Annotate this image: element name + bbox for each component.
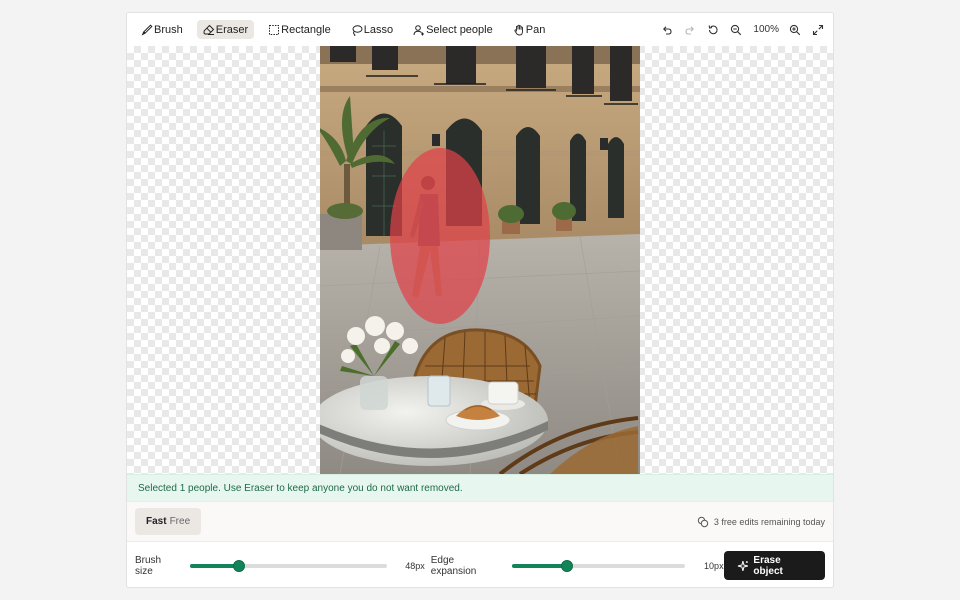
selection-mask xyxy=(390,148,490,324)
tool-lasso[interactable]: Lasso xyxy=(345,20,399,39)
redo-button[interactable] xyxy=(683,23,697,37)
tool-eraser[interactable]: Eraser xyxy=(196,20,255,39)
tool-label: Eraser xyxy=(215,23,249,36)
brush-size-slider[interactable] xyxy=(190,559,388,572)
redo-icon xyxy=(685,25,695,35)
edge-expansion-value: 10px xyxy=(704,560,724,571)
coins-icon xyxy=(697,516,709,527)
object-eraser-app: Brush Eraser Rectangle Lasso Select peop… xyxy=(126,12,834,588)
undo-button[interactable] xyxy=(660,23,674,37)
zoom-out-icon xyxy=(731,24,742,35)
credits-text: 3 free edits remaining today xyxy=(713,516,825,527)
mode-row: Fast Free 3 free edits remaining today xyxy=(127,501,833,541)
tool-label: Lasso xyxy=(363,23,394,36)
zoom-in-icon xyxy=(789,24,801,35)
zoom-out-button[interactable] xyxy=(729,23,743,37)
brush-size-fill xyxy=(190,563,240,568)
rectangle-icon xyxy=(269,24,280,35)
photo xyxy=(320,46,640,474)
person-icon xyxy=(413,24,425,35)
brush-size-value: 48px xyxy=(405,560,425,571)
tool-pan[interactable]: Pan xyxy=(507,20,552,39)
erase-object-label: Erase object xyxy=(753,554,783,577)
tool-label: Select people xyxy=(426,23,493,36)
editor-canvas[interactable] xyxy=(127,46,833,474)
toolbar: Brush Eraser Rectangle Lasso Select peop… xyxy=(127,13,833,46)
lasso-icon xyxy=(352,24,363,36)
tool-label: Pan xyxy=(525,23,546,36)
mode-selector-button[interactable]: Fast Free xyxy=(135,508,202,535)
zoom-in-button[interactable] xyxy=(788,23,802,37)
fullscreen-button[interactable] xyxy=(811,23,825,37)
brush-size-handle[interactable] xyxy=(233,559,246,572)
erase-object-button[interactable]: Erase object xyxy=(723,551,825,580)
mode-tier: Free xyxy=(169,516,191,527)
eraser-icon xyxy=(203,24,214,35)
selection-info-banner: Selected 1 people. Use Eraser to keep an… xyxy=(127,474,833,501)
tool-brush[interactable]: Brush xyxy=(135,20,189,39)
tool-rectangle[interactable]: Rectangle xyxy=(262,20,337,39)
edge-expansion-label: Edge expansion xyxy=(430,554,477,577)
edge-expansion-slider[interactable] xyxy=(511,559,686,572)
reset-button[interactable] xyxy=(706,23,720,37)
tool-select-people[interactable]: Select people xyxy=(407,20,499,39)
cafe-street-photo xyxy=(320,46,640,474)
tool-label: Rectangle xyxy=(281,23,331,36)
brush-size-label: Brush size xyxy=(135,554,162,577)
sparkle-icon xyxy=(737,560,748,571)
mode-name: Fast xyxy=(146,516,167,527)
zoom-level: 100% xyxy=(753,24,779,35)
tool-label: Brush xyxy=(154,23,183,36)
fullscreen-icon xyxy=(812,24,824,35)
view-controls: 100% xyxy=(651,23,825,37)
credits-indicator: 3 free edits remaining today xyxy=(697,516,825,528)
banner-message: Selected 1 people. Use Eraser to keep an… xyxy=(138,482,463,494)
reset-icon xyxy=(709,24,718,34)
brush-icon xyxy=(141,23,153,36)
hand-icon xyxy=(514,24,523,35)
edge-expansion-handle[interactable] xyxy=(561,559,574,572)
controls-bar: Brush size 48px Edge expansion 10px Eras… xyxy=(127,541,833,587)
undo-icon xyxy=(663,25,672,35)
edge-expansion-fill xyxy=(511,563,568,568)
